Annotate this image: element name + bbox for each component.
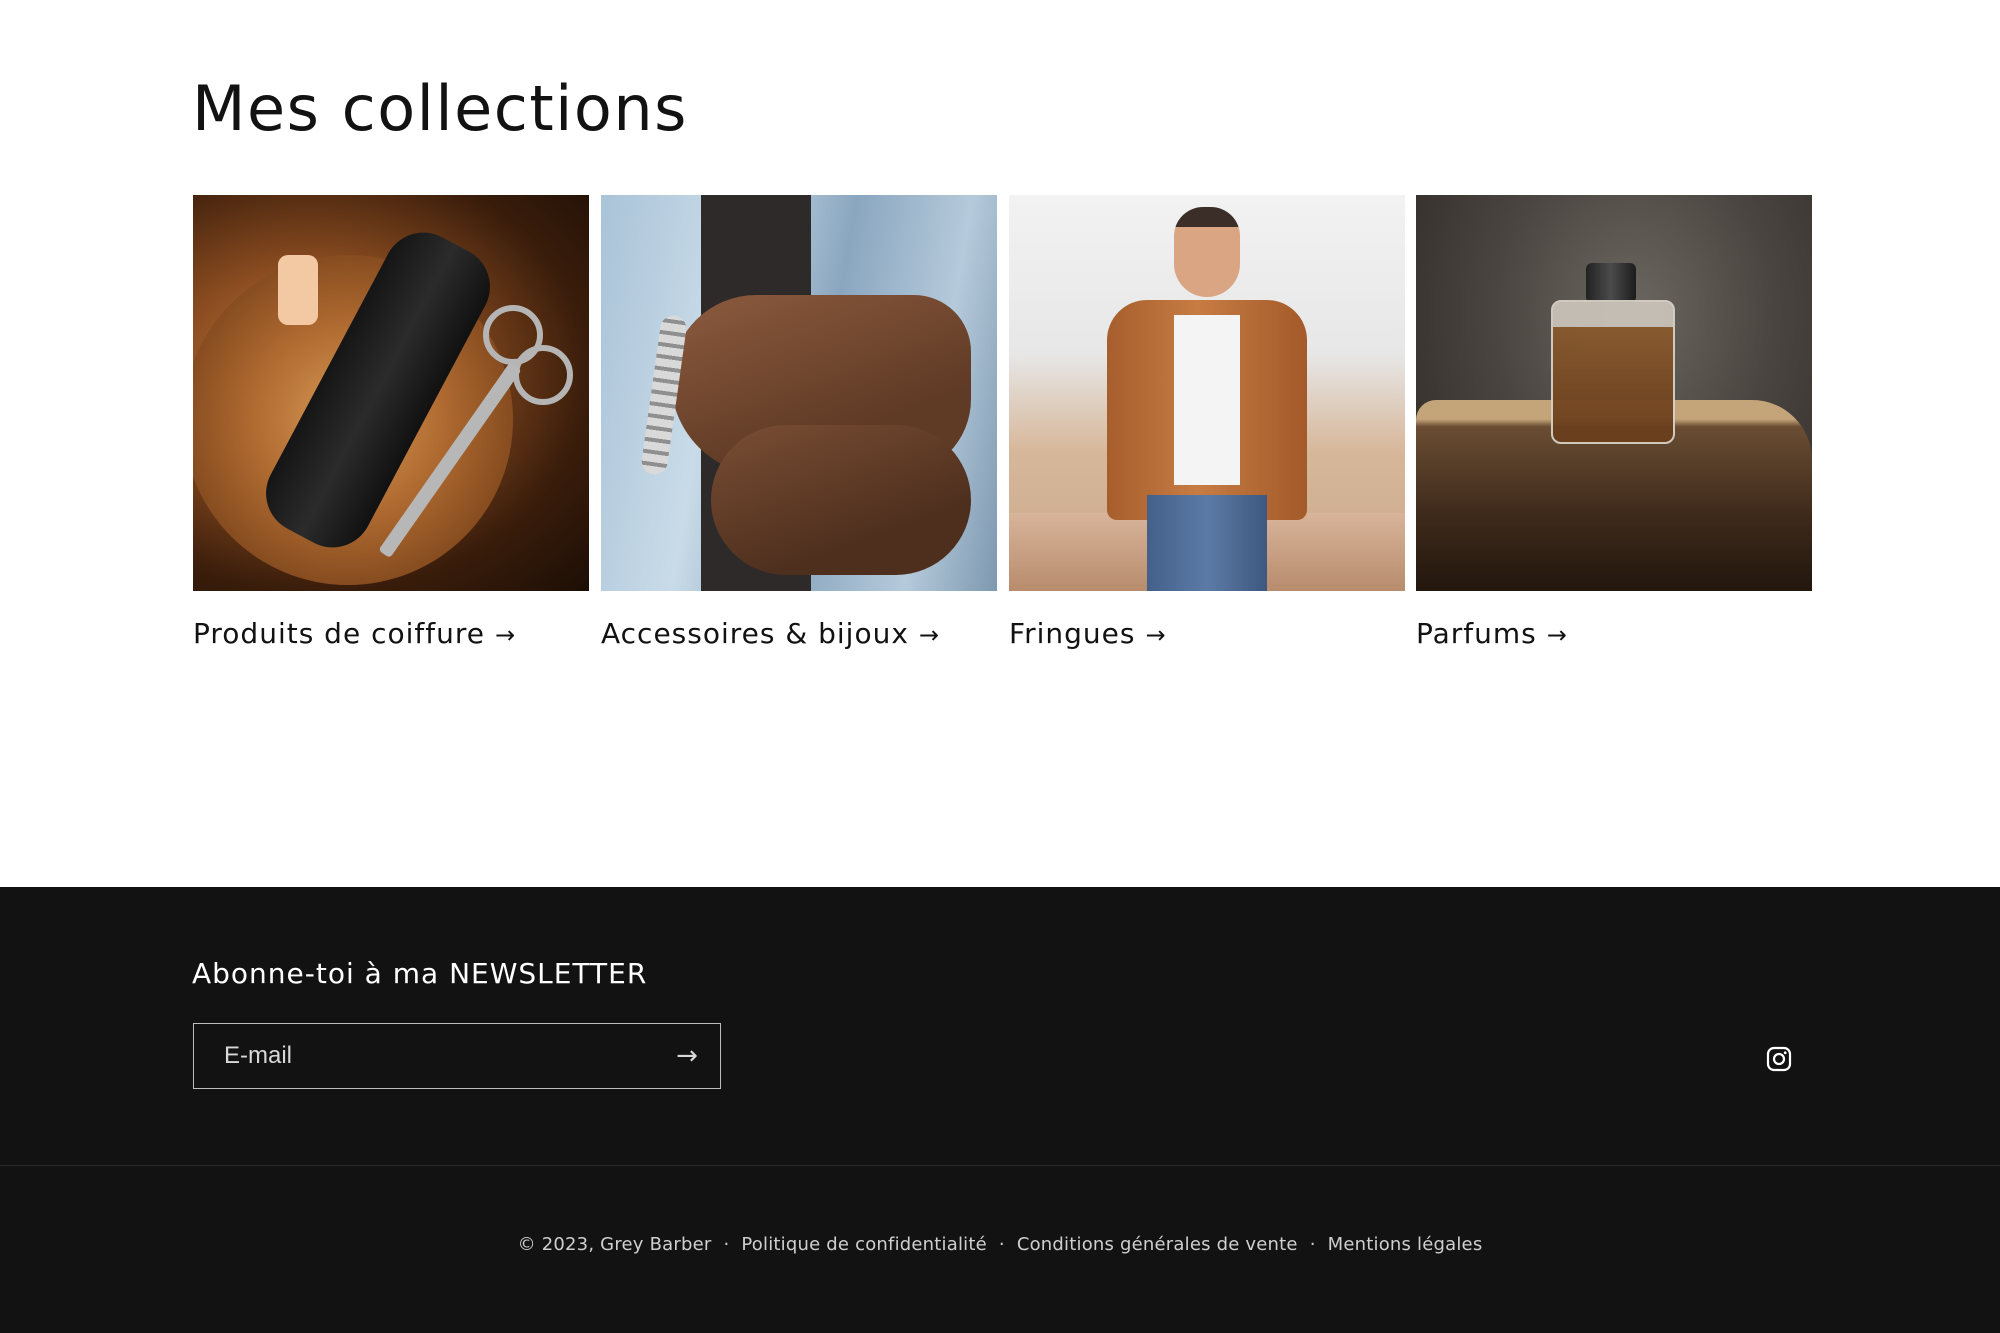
collection-image[interactable] [193, 195, 589, 591]
collection-label: Accessoires & bijoux [601, 617, 909, 650]
arrow-right-icon: → [676, 1041, 698, 1071]
collections-section: Mes collections Produits de coiffure → Ac… [0, 0, 2000, 887]
arrow-right-icon: → [1546, 621, 1568, 649]
arrow-right-icon: → [1145, 621, 1167, 649]
arrow-right-icon: → [918, 621, 940, 649]
separator: · [723, 1234, 730, 1255]
footer-divider [0, 1165, 2000, 1166]
collection-link[interactable]: Accessoires & bijoux → [601, 617, 997, 650]
separator: · [1309, 1234, 1316, 1255]
terms-link[interactable]: Conditions générales de vente [1017, 1234, 1298, 1255]
arrow-right-icon: → [494, 621, 517, 649]
collection-image[interactable] [601, 195, 997, 591]
collection-card-accessoires[interactable]: Accessoires & bijoux → [601, 195, 997, 650]
collection-link[interactable]: Produits de coiffure → [193, 617, 589, 650]
newsletter-form: → [193, 1023, 721, 1089]
collection-card-parfums[interactable]: Parfums → [1416, 195, 1812, 650]
page-title: Mes collections [192, 72, 688, 145]
collection-link[interactable]: Fringues → [1009, 617, 1405, 650]
instagram-icon [1766, 1046, 1792, 1072]
subscribe-button[interactable]: → [654, 1024, 720, 1088]
newsletter-title: Abonne-toi à ma NEWSLETTER [192, 957, 648, 990]
collection-link[interactable]: Parfums → [1416, 617, 1812, 650]
collection-card-fringues[interactable]: Fringues → [1009, 195, 1405, 650]
footer-bottom-bar: © 2023, Grey Barber · Politique de confide… [0, 1234, 2000, 1255]
privacy-policy-link[interactable]: Politique de confidentialité [741, 1234, 987, 1255]
collection-card-coiffure[interactable]: Produits de coiffure → [193, 195, 589, 650]
collection-label: Fringues [1009, 617, 1136, 650]
collection-image[interactable] [1009, 195, 1405, 591]
email-input[interactable] [194, 1024, 654, 1088]
instagram-link[interactable] [1766, 1046, 1792, 1072]
collection-image[interactable] [1416, 195, 1812, 591]
copyright-link[interactable]: © 2023, Grey Barber [518, 1234, 712, 1255]
legal-notice-link[interactable]: Mentions légales [1328, 1234, 1483, 1255]
footer: Abonne-toi à ma NEWSLETTER → © 2023, Gre… [0, 887, 2000, 1333]
collection-label: Produits de coiffure [193, 617, 485, 650]
separator: · [998, 1234, 1005, 1255]
collection-label: Parfums [1416, 617, 1537, 650]
